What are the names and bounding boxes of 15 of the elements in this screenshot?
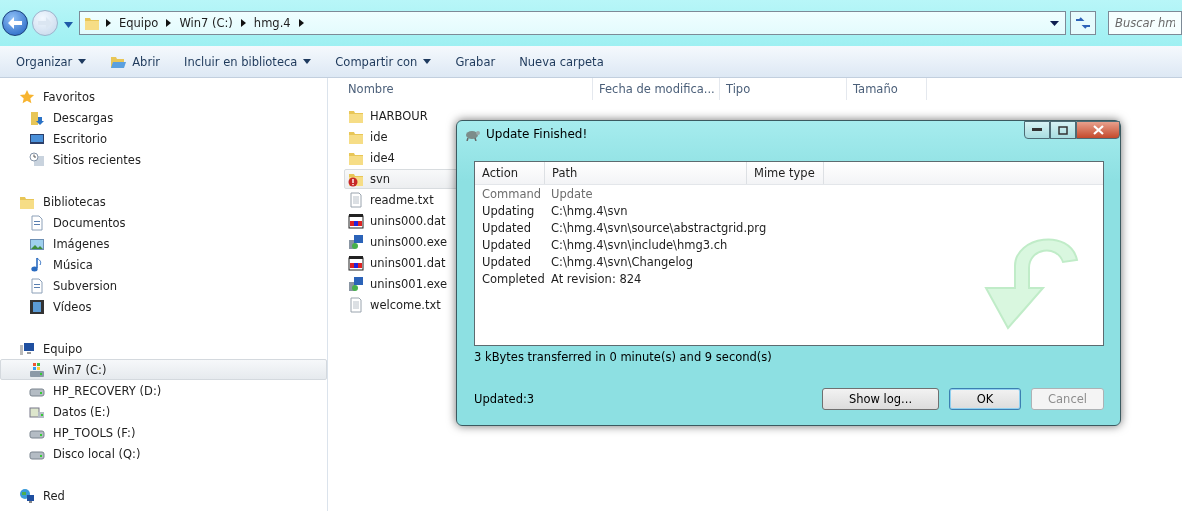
path-cell-text: Update xyxy=(550,186,593,201)
path-cell-text: C:\hmg.4\svn xyxy=(550,203,628,218)
action-cell-text: Completed xyxy=(481,271,544,286)
path-cell-text: C:\hmg.4\svn\source\abstractgrid.prg xyxy=(550,220,767,235)
action-cell-text: Updated xyxy=(481,220,532,235)
update-count: Updated:3 xyxy=(474,392,536,406)
dialog-title: Update Finished! xyxy=(486,127,588,141)
action-cell-text: Updated xyxy=(481,237,532,252)
path-cell-text: At revision: 824 xyxy=(550,271,642,286)
action-cell-text: Updated xyxy=(481,254,532,269)
path-cell-text: C:\hmg.4\svn\include\hmg3.ch xyxy=(550,237,728,252)
action-cell-text: Command xyxy=(481,186,543,201)
transfer-status: 3 kBytes transferred in 0 minute(s) and 9 second(s) xyxy=(474,350,773,364)
action-cell-text: Updating xyxy=(481,203,536,218)
path-cell-text: C:\hmg.4\svn\Changelog xyxy=(550,254,693,269)
